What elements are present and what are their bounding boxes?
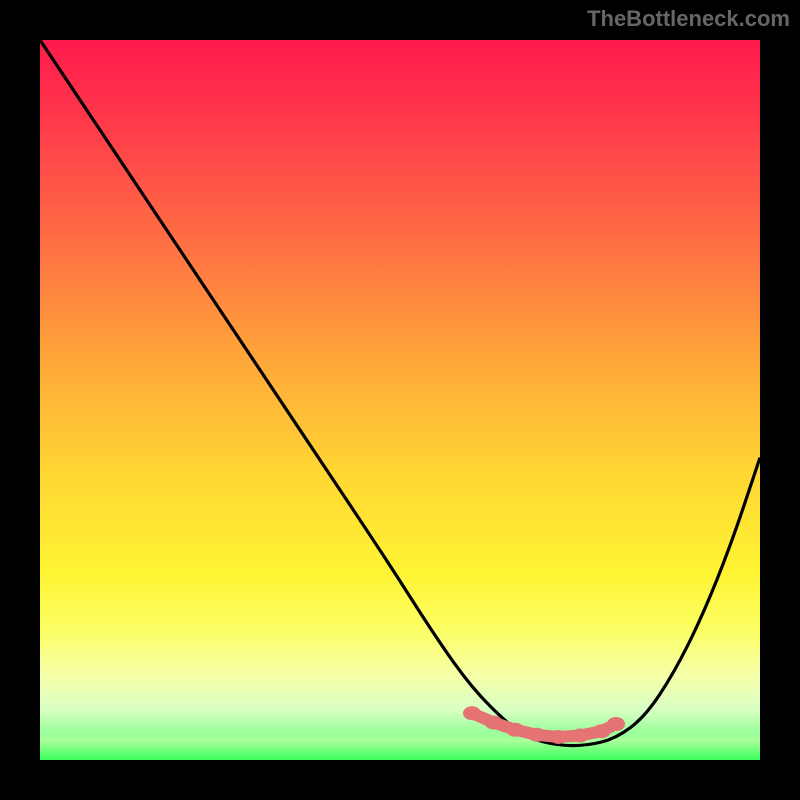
chart-frame: TheBottleneck.com [0,0,800,800]
plot-area [40,40,760,760]
bottleneck-curve-svg [40,40,760,760]
bottleneck-curve-line [40,40,760,746]
flat-marker [549,730,567,744]
watermark-text: TheBottleneck.com [587,6,790,32]
flat-marker [607,717,625,731]
flat-marker [571,729,589,743]
flat-marker [463,706,481,720]
flat-region-markers [463,706,625,744]
flat-marker [485,716,503,730]
flat-marker [506,723,524,737]
flat-marker [528,728,546,742]
